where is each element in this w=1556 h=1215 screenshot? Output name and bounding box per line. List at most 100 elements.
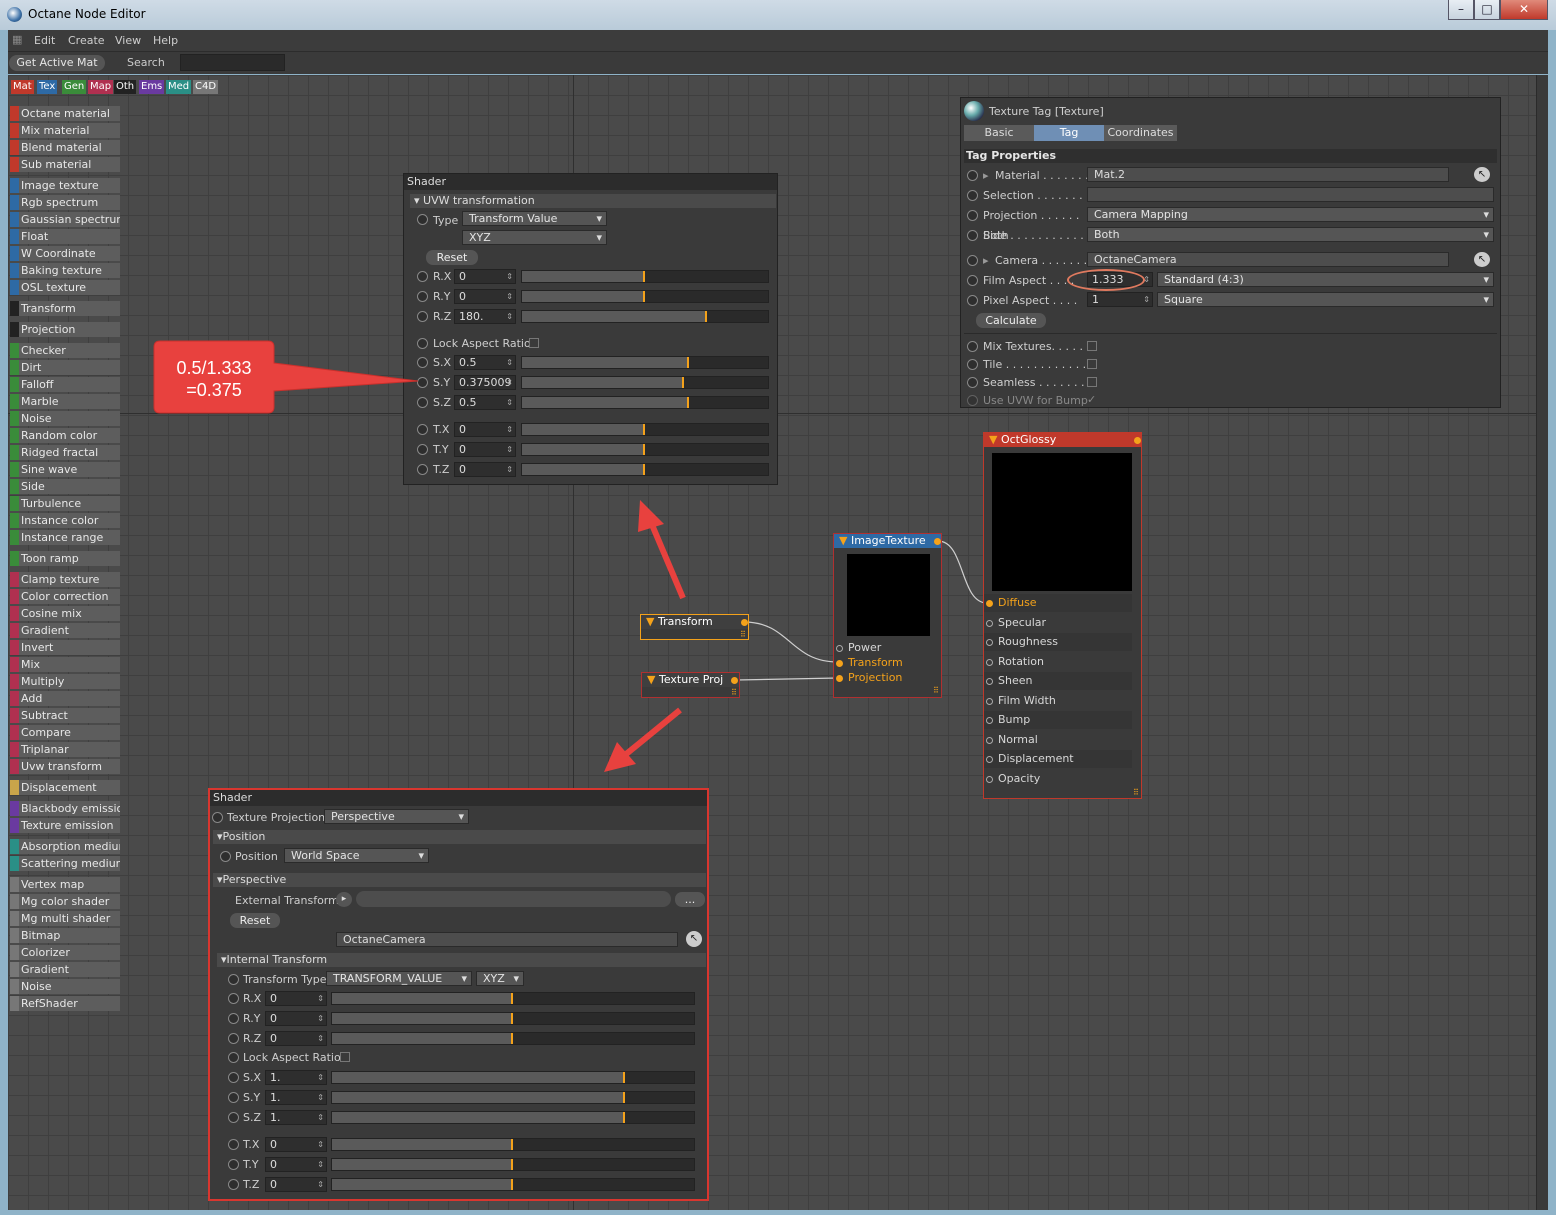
s-y-radio[interactable] xyxy=(228,1092,239,1103)
r-z-radio[interactable] xyxy=(228,1033,239,1044)
r-y-slider[interactable] xyxy=(331,1012,695,1025)
r-x-input[interactable]: 0 xyxy=(265,991,327,1006)
pin-specular[interactable]: Specular xyxy=(984,613,1132,632)
node-collapse-icon[interactable]: ▼ xyxy=(839,534,847,547)
external-transform-arrow-icon[interactable]: ▸ xyxy=(336,892,352,907)
node-collapse-icon[interactable]: ▼ xyxy=(647,673,655,686)
r-z-slider-handle[interactable] xyxy=(332,1033,513,1044)
texture-proj-output-port[interactable] xyxy=(731,677,738,684)
r-y-input[interactable]: 0 xyxy=(265,1011,327,1026)
tex-proj-radio[interactable] xyxy=(212,812,223,823)
pin-projection[interactable]: Projection xyxy=(834,669,902,687)
port-film-width[interactable] xyxy=(986,697,993,705)
transform-output-port[interactable] xyxy=(741,619,748,626)
r-y-slider-handle[interactable] xyxy=(332,1013,513,1024)
port-transform[interactable] xyxy=(836,660,843,667)
external-transform-field[interactable] xyxy=(356,891,671,907)
r-y-radio[interactable] xyxy=(228,1013,239,1024)
t-z-radio[interactable] xyxy=(228,1179,239,1190)
lock-aspect-checkbox[interactable] xyxy=(340,1052,350,1062)
pick-camera-icon[interactable]: ↖ xyxy=(686,931,702,947)
pin-label: Specular xyxy=(998,615,1047,629)
port-normal[interactable] xyxy=(986,736,993,744)
t-x-slider-handle[interactable] xyxy=(332,1139,513,1150)
pin-diffuse[interactable]: Diffuse xyxy=(984,594,1132,612)
r-x-slider-handle[interactable] xyxy=(332,993,513,1004)
oct-glossy-node[interactable]: ▼ OctGlossy Diffuse Specular Roughness Rota… xyxy=(983,432,1142,799)
pin-label: Bump xyxy=(998,713,1031,726)
reset-button[interactable]: Reset xyxy=(230,913,280,928)
pin-film-width[interactable]: Film Width xyxy=(984,691,1132,710)
s-z-input[interactable]: 1. xyxy=(265,1110,327,1125)
t-y-slider-handle[interactable] xyxy=(332,1159,513,1170)
t-y-slider[interactable] xyxy=(331,1158,695,1171)
transform-type-radio[interactable] xyxy=(228,974,239,985)
resize-icon[interactable]: ⠿ xyxy=(1133,788,1139,797)
t-x-label: T.X xyxy=(243,1138,260,1151)
r-z-slider[interactable] xyxy=(331,1032,695,1045)
node-collapse-icon[interactable]: ▼ xyxy=(989,433,997,446)
port-sheen[interactable] xyxy=(986,678,993,685)
t-z-slider-handle[interactable] xyxy=(332,1179,513,1190)
s-y-slider-handle[interactable] xyxy=(332,1092,626,1103)
pin-displacement[interactable]: Displacement xyxy=(984,750,1132,768)
tex-proj-dropdown[interactable]: Perspective xyxy=(324,809,469,824)
pin-rotation[interactable]: Rotation xyxy=(984,652,1132,671)
node-collapse-icon[interactable]: ▼ xyxy=(646,615,654,628)
t-y-radio[interactable] xyxy=(228,1159,239,1170)
r-z-input[interactable]: 0 xyxy=(265,1031,327,1046)
image-texture-output-port[interactable] xyxy=(934,538,941,545)
texture-proj-node[interactable]: ▼ Texture Proj ⠿ xyxy=(641,672,740,698)
s-z-radio[interactable] xyxy=(228,1112,239,1123)
transform-node-header: ▼ Transform xyxy=(641,615,748,629)
resize-icon[interactable]: ⠿ xyxy=(933,686,939,695)
t-y-input[interactable]: 0 xyxy=(265,1157,327,1172)
t-z-slider[interactable] xyxy=(331,1178,695,1191)
resize-icon[interactable]: ⠿ xyxy=(731,688,737,697)
pin-normal[interactable]: Normal xyxy=(984,730,1132,749)
s-z-slider[interactable] xyxy=(331,1111,695,1124)
pin-sheen[interactable]: Sheen xyxy=(984,672,1132,690)
rotation-order-dropdown[interactable]: XYZ xyxy=(476,971,524,986)
s-x-input[interactable]: 1. xyxy=(265,1070,327,1085)
port-displacement[interactable] xyxy=(986,756,993,763)
s-y-input[interactable]: 1. xyxy=(265,1090,327,1105)
external-transform-browse-button[interactable]: ... xyxy=(675,892,705,907)
transform-node[interactable]: ▼ Transform ⠿ xyxy=(640,614,749,640)
section-position[interactable]: ▾Position xyxy=(213,830,706,844)
transform-type-dropdown[interactable]: TRANSFORM_VALUE xyxy=(326,971,472,986)
pin-label: Sheen xyxy=(998,674,1033,687)
s-y-slider[interactable] xyxy=(331,1091,695,1104)
s-x-slider[interactable] xyxy=(331,1071,695,1084)
port-roughness[interactable] xyxy=(986,639,993,646)
t-x-slider[interactable] xyxy=(331,1138,695,1151)
section-internal-transform[interactable]: ▾Internal Transform xyxy=(217,953,706,967)
oct-glossy-node-title: OctGlossy xyxy=(1000,433,1057,446)
s-x-radio[interactable] xyxy=(228,1072,239,1083)
position-radio[interactable] xyxy=(220,851,231,862)
port-opacity[interactable] xyxy=(986,775,993,783)
r-x-slider[interactable] xyxy=(331,992,695,1005)
r-x-radio[interactable] xyxy=(228,993,239,1004)
lock-aspect-radio[interactable] xyxy=(228,1052,239,1063)
port-specular[interactable] xyxy=(986,619,993,627)
resize-icon[interactable]: ⠿ xyxy=(740,630,746,639)
section-perspective[interactable]: ▾Perspective xyxy=(213,873,706,887)
s-x-slider-handle[interactable] xyxy=(332,1072,626,1083)
port-projection[interactable] xyxy=(836,675,843,682)
pin-opacity[interactable]: Opacity xyxy=(984,769,1132,788)
camera-link-field[interactable]: OctaneCamera xyxy=(336,932,678,947)
t-x-radio[interactable] xyxy=(228,1139,239,1150)
pin-roughness[interactable]: Roughness xyxy=(984,633,1132,651)
position-dropdown[interactable]: World Space xyxy=(284,848,429,863)
port-power[interactable] xyxy=(836,645,843,652)
pin-bump[interactable]: Bump xyxy=(984,711,1132,729)
port-diffuse[interactable] xyxy=(986,600,993,607)
port-bump[interactable] xyxy=(986,717,993,724)
t-z-input[interactable]: 0 xyxy=(265,1177,327,1192)
oct-glossy-output-port[interactable] xyxy=(1134,437,1141,444)
s-z-slider-handle[interactable] xyxy=(332,1112,626,1123)
port-rotation[interactable] xyxy=(986,658,993,666)
image-texture-node[interactable]: ▼ ImageTexture Power Transform Projectio… xyxy=(833,533,942,698)
t-x-input[interactable]: 0 xyxy=(265,1137,327,1152)
